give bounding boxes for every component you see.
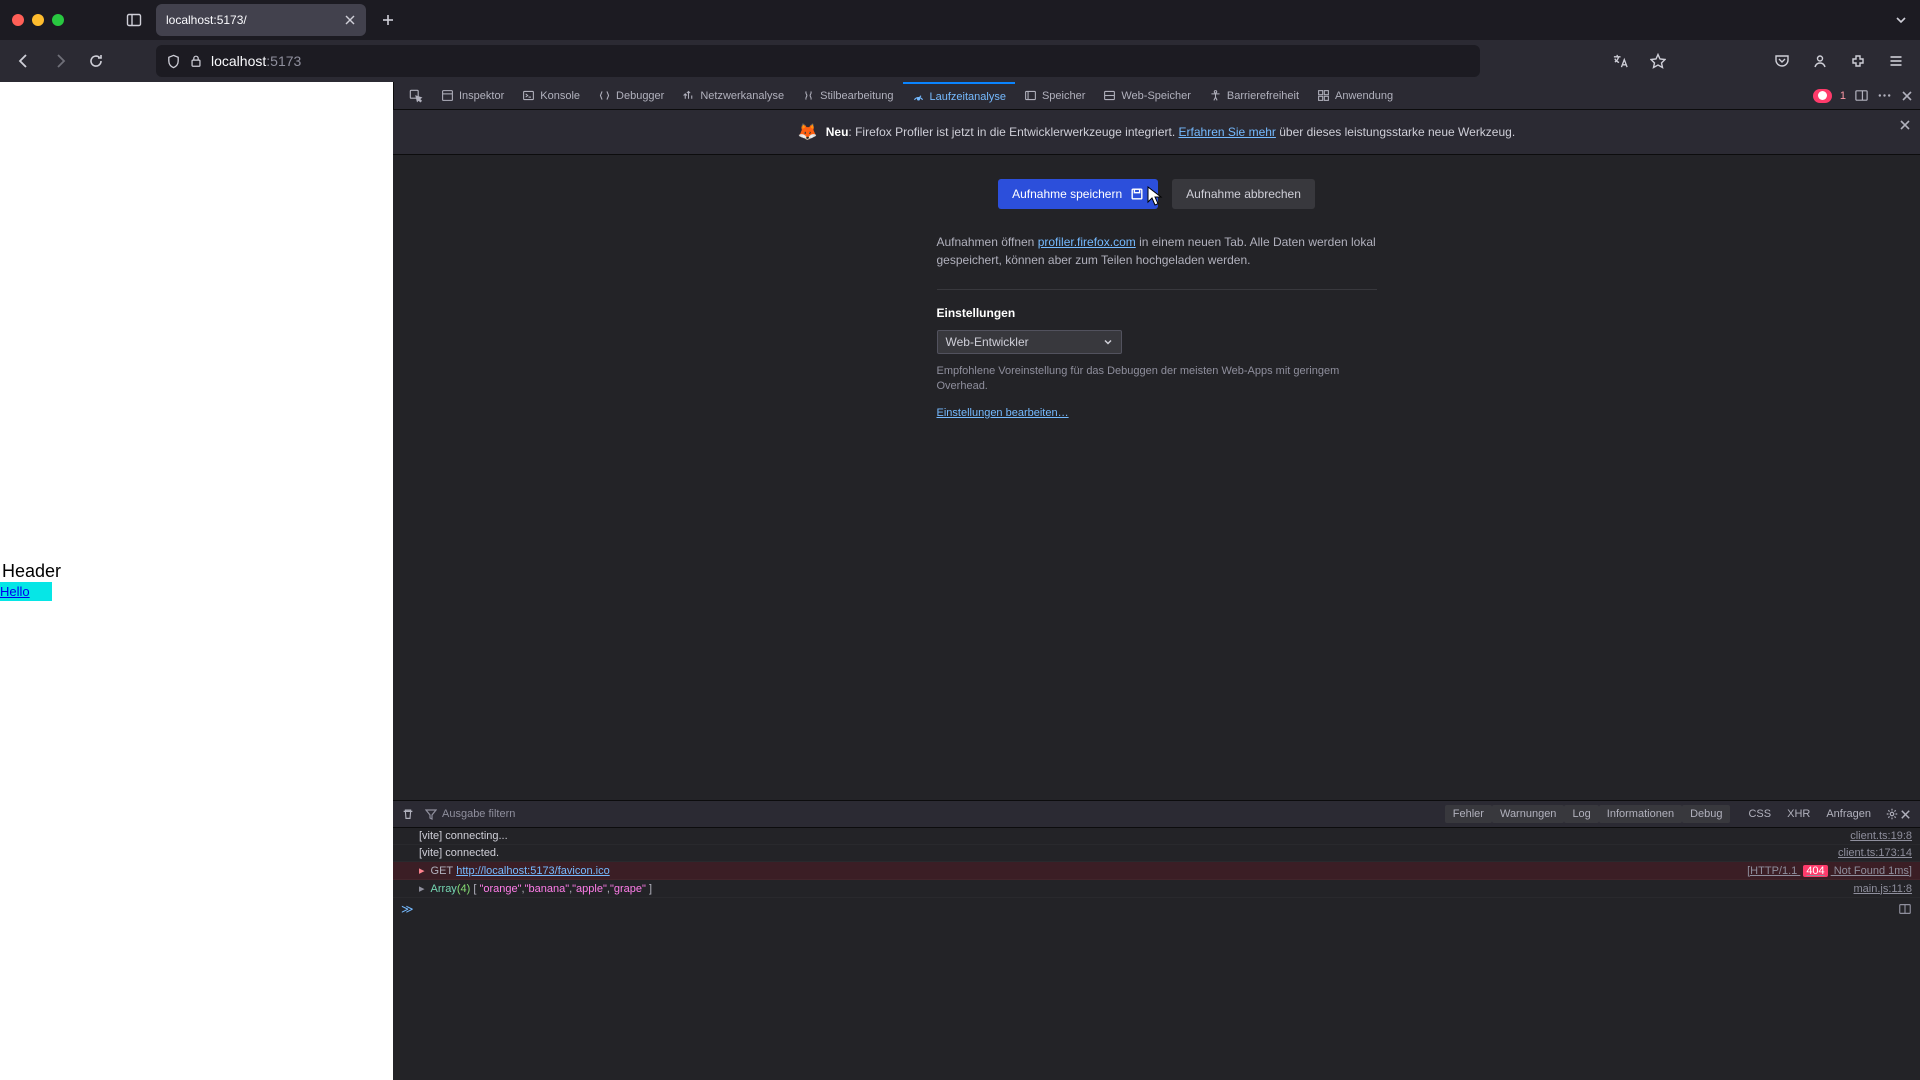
console-close-icon[interactable]	[1899, 808, 1912, 821]
page-header: Header	[0, 561, 393, 582]
source-location[interactable]: client.ts:173:14	[1838, 847, 1912, 859]
cancel-recording-button[interactable]: Aufnahme abbrechen	[1172, 179, 1315, 209]
console-output: [vite] connecting... client.ts:19:8 [vit…	[393, 828, 1920, 898]
filter-errors[interactable]: Fehler	[1445, 805, 1492, 823]
lock-icon[interactable]	[189, 54, 203, 68]
mouse-cursor-icon	[1146, 185, 1164, 207]
forward-button[interactable]	[44, 45, 76, 77]
filter-xhr[interactable]: XHR	[1779, 805, 1818, 823]
element-picker-icon[interactable]	[400, 82, 432, 109]
app-menu-icon[interactable]	[1880, 45, 1912, 77]
expand-arrow-icon[interactable]: ▸	[419, 882, 425, 895]
chevron-down-icon	[1103, 337, 1113, 347]
devtools-panel: Inspektor Konsole Debugger Netzwerkanaly…	[393, 82, 1920, 1080]
preset-hint: Empfohlene Voreinstellung für das Debugg…	[937, 364, 1377, 395]
account-icon[interactable]	[1804, 45, 1836, 77]
console-panel: Ausgabe filtern Fehler Warnungen Log Inf…	[393, 800, 1920, 1080]
settings-title: Einstellungen	[937, 306, 1377, 320]
new-tab-button[interactable]	[374, 6, 402, 34]
console-settings-icon[interactable]	[1885, 807, 1899, 821]
edit-settings-link[interactable]: Einstellungen bearbeiten…	[937, 407, 1069, 419]
source-location[interactable]: main.js:11:8	[1854, 883, 1913, 895]
console-toolbar: Ausgabe filtern Fehler Warnungen Log Inf…	[393, 801, 1920, 828]
close-notice-icon[interactable]	[1898, 118, 1912, 132]
pocket-icon[interactable]	[1766, 45, 1798, 77]
profiler-description: Aufnahmen öffnen profiler.firefox.com in…	[937, 233, 1377, 269]
tab-console[interactable]: Konsole	[513, 82, 589, 109]
page-content: Header Hello	[0, 82, 393, 1080]
minimize-window-button[interactable]	[32, 14, 44, 26]
log-row[interactable]: [vite] connecting... client.ts:19:8	[393, 828, 1920, 845]
url-bar[interactable]: localhost:5173	[156, 45, 1480, 77]
notice-text: Neu: Firefox Profiler ist jetzt in die E…	[826, 125, 1515, 139]
status-text: [HTTP/1.1 404 Not Found 1ms]	[1747, 865, 1912, 877]
tabs-dropdown-icon[interactable]	[1894, 13, 1908, 27]
tab-accessibility[interactable]: Barrierefreiheit	[1200, 82, 1308, 109]
error-count: 1	[1840, 90, 1846, 102]
filter-debug[interactable]: Debug	[1682, 805, 1730, 823]
maximize-window-button[interactable]	[52, 14, 64, 26]
dock-side-icon[interactable]	[1854, 88, 1869, 103]
page-hello-link[interactable]: Hello	[0, 582, 52, 601]
traffic-lights	[12, 14, 64, 26]
url-text: localhost:5173	[211, 53, 301, 69]
error-badge[interactable]	[1813, 89, 1832, 103]
back-button[interactable]	[8, 45, 40, 77]
browser-navbar: localhost:5173	[0, 40, 1920, 82]
split-console-icon[interactable]	[1898, 902, 1912, 916]
tab-title: localhost:5173/	[166, 13, 247, 27]
expand-arrow-icon[interactable]: ▸	[419, 864, 425, 877]
filter-requests[interactable]: Anfragen	[1818, 805, 1879, 823]
shield-icon[interactable]	[166, 54, 181, 69]
extensions-icon[interactable]	[1842, 45, 1874, 77]
source-location[interactable]: client.ts:19:8	[1850, 830, 1912, 842]
tab-network[interactable]: Netzwerkanalyse	[673, 82, 793, 109]
close-tab-icon[interactable]	[344, 14, 356, 26]
tab-application[interactable]: Anwendung	[1308, 82, 1402, 109]
tab-performance[interactable]: Laufzeitanalyse	[903, 82, 1015, 109]
filter-log[interactable]: Log	[1564, 805, 1598, 823]
profiler-notice: 🦊 Neu: Firefox Profiler ist jetzt in die…	[393, 110, 1920, 155]
learn-more-link[interactable]: Erfahren Sie mehr	[1179, 125, 1276, 139]
console-filter-input[interactable]: Ausgabe filtern	[425, 808, 515, 820]
console-input-row[interactable]: ≫	[393, 898, 1920, 920]
filter-warnings[interactable]: Warnungen	[1492, 805, 1564, 823]
filter-css[interactable]: CSS	[1740, 805, 1779, 823]
reload-button[interactable]	[80, 45, 112, 77]
tab-storage[interactable]: Web-Speicher	[1094, 82, 1200, 109]
translate-icon[interactable]	[1604, 45, 1636, 77]
tab-debugger[interactable]: Debugger	[589, 82, 673, 109]
tab-memory[interactable]: Speicher	[1015, 82, 1094, 109]
profiler-site-link[interactable]: profiler.firefox.com	[1038, 235, 1136, 249]
tab-style[interactable]: Stilbearbeitung	[793, 82, 902, 109]
devtools-tabstrip: Inspektor Konsole Debugger Netzwerkanaly…	[393, 82, 1920, 110]
tab-inspector[interactable]: Inspektor	[432, 82, 513, 109]
log-row[interactable]: [vite] connected. client.ts:173:14	[393, 845, 1920, 862]
error-row[interactable]: ▸ GET http://localhost:5173/favicon.ico …	[393, 862, 1920, 880]
firefox-icon: 🦊	[798, 122, 818, 142]
filter-info[interactable]: Informationen	[1599, 805, 1682, 823]
preset-select[interactable]: Web-Entwickler	[937, 330, 1122, 354]
close-window-button[interactable]	[12, 14, 24, 26]
browser-tab[interactable]: localhost:5173/	[156, 4, 366, 36]
close-devtools-icon[interactable]	[1900, 89, 1914, 103]
profiler-body: Aufnahme speichern Aufnahme abbrechen Au…	[393, 155, 1920, 800]
log-row[interactable]: ▸ Array(4) [ "orange", "banana", "apple"…	[393, 880, 1920, 898]
prompt-icon: ≫	[401, 902, 414, 916]
window-titlebar: localhost:5173/	[0, 0, 1920, 40]
sidebar-toggle-icon[interactable]	[120, 6, 148, 34]
more-icon[interactable]	[1877, 88, 1892, 103]
save-recording-button[interactable]: Aufnahme speichern	[998, 179, 1158, 209]
clear-console-icon[interactable]	[401, 807, 415, 821]
bookmark-icon[interactable]	[1642, 45, 1674, 77]
